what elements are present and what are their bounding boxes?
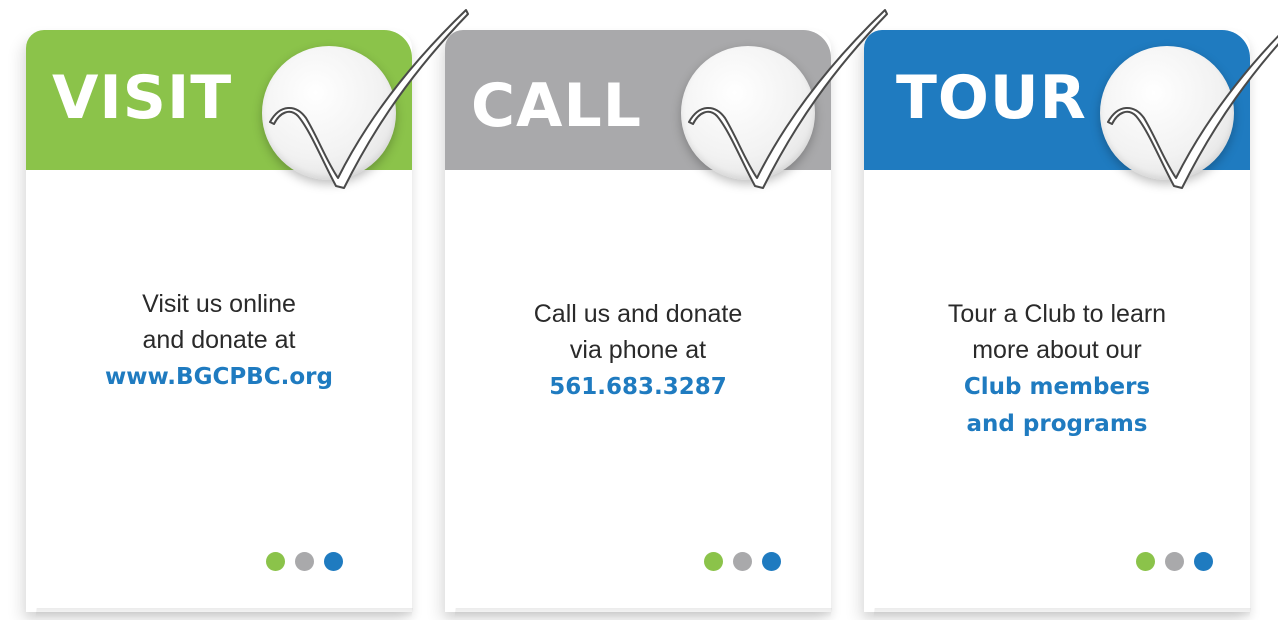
call-line-1: Call us and donate <box>533 300 743 328</box>
call-card-title: CALL <box>471 71 642 141</box>
tour-card-body: Tour a Club to learn more about our Club… <box>894 296 1220 442</box>
club-link-line-2[interactable]: and programs <box>894 406 1220 442</box>
dot-gray <box>1165 552 1184 571</box>
call-card: CALL Call us and donate via phone at 561… <box>445 9 888 612</box>
visit-line-2: and donate at <box>142 326 296 354</box>
dot-green <box>266 552 285 571</box>
call-line-2: via phone at <box>569 336 707 364</box>
tour-pagination-dots <box>1136 552 1213 571</box>
visit-card-title: VISIT <box>52 63 233 133</box>
dot-gray <box>733 552 752 571</box>
visit-card: VISIT Visit us online and donate at www.… <box>26 9 469 612</box>
checkmark-icon <box>1107 34 1278 189</box>
tour-card-title: TOUR <box>896 63 1087 133</box>
visit-line-1: Visit us online <box>142 290 296 318</box>
dot-gray <box>295 552 314 571</box>
tour-line-2: more about our <box>972 336 1142 364</box>
dot-green <box>1136 552 1155 571</box>
visit-card-body: Visit us online and donate at www.BGCPBC… <box>56 286 382 396</box>
phone-link[interactable]: 561.683.3287 <box>475 368 801 406</box>
tour-line-1: Tour a Club to learn <box>947 300 1167 328</box>
dot-green <box>704 552 723 571</box>
checkmark-icon <box>269 9 469 189</box>
checkmark-icon <box>688 9 888 189</box>
call-card-body: Call us and donate via phone at 561.683.… <box>475 296 801 406</box>
dot-blue <box>762 552 781 571</box>
club-link-line-1[interactable]: Club members <box>894 368 1220 406</box>
dot-blue <box>1194 552 1213 571</box>
tour-card: TOUR Tour a Club to learn more about our… <box>864 30 1278 612</box>
visit-pagination-dots <box>266 552 343 571</box>
call-pagination-dots <box>704 552 781 571</box>
dot-blue <box>324 552 343 571</box>
website-link[interactable]: www.BGCPBC.org <box>56 358 382 396</box>
